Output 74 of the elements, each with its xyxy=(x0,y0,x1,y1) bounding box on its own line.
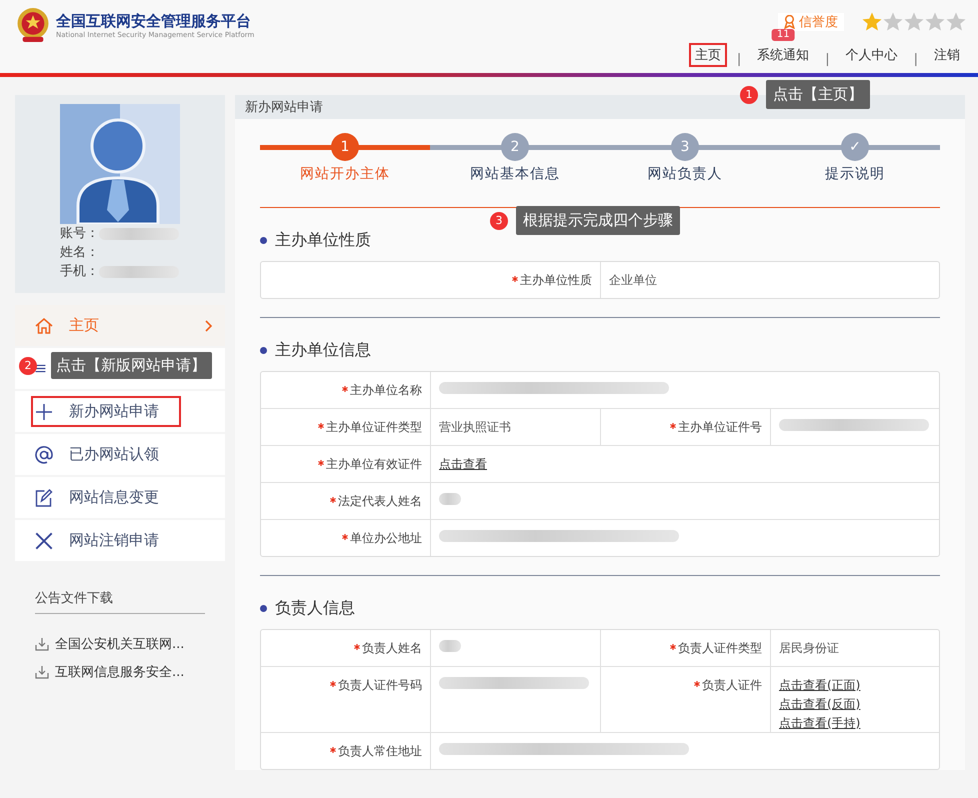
step-marker: ✓ xyxy=(841,133,869,161)
section-heading: 主办单位性质 xyxy=(275,230,371,251)
step-label: 提示说明 xyxy=(825,165,885,183)
step-marker: 3 xyxy=(671,133,699,161)
field-label: 负责人证件号码 xyxy=(338,677,422,694)
sidebar-item[interactable]: 网站信息变更 xyxy=(15,477,225,518)
field-value: 居民身份证 xyxy=(779,640,839,657)
field-label: 负责人常住地址 xyxy=(338,743,422,760)
edit-icon xyxy=(35,488,53,506)
nav-separator: | xyxy=(825,52,830,67)
close-icon xyxy=(35,532,53,550)
section-heading: 负责人信息 xyxy=(275,598,355,619)
download-icon xyxy=(35,665,49,679)
field-label: 负责人姓名 xyxy=(362,640,422,657)
section-heading: 主办单位信息 xyxy=(275,340,371,361)
chevron-icon xyxy=(205,320,213,332)
field-label: 负责人证件类型 xyxy=(678,640,762,657)
at-icon xyxy=(35,446,53,464)
step-label: 网站基本信息 xyxy=(470,165,560,183)
star-icon xyxy=(925,12,945,31)
emblem-icon xyxy=(16,7,50,43)
list-icon xyxy=(35,364,46,373)
step-marker: 2 xyxy=(501,133,529,161)
download-icon xyxy=(35,637,49,651)
field-label: 主办单位证件号 xyxy=(678,419,762,436)
view-link[interactable]: 点击查看(手持) xyxy=(779,715,860,732)
credit-label: 信誉度 xyxy=(799,14,838,30)
tooltip: 点击【主页】 xyxy=(766,80,870,109)
step-label: 网站开办主体 xyxy=(300,165,390,183)
star-icon xyxy=(862,12,882,31)
profile-label: 手机： xyxy=(60,263,99,281)
section-heading: 公告文件下载 xyxy=(35,589,205,614)
star-icon xyxy=(904,12,924,31)
platform-title: 全国互联网安全管理服务平台 xyxy=(56,12,252,30)
field-value: 营业执照证书 xyxy=(439,419,511,436)
sidebar-item[interactable]: 已办网站认领 xyxy=(15,434,225,475)
nav-link[interactable]: 主页 xyxy=(688,43,727,67)
step-label: 网站负责人 xyxy=(648,165,722,183)
field-label: 法定代表人姓名 xyxy=(338,493,422,510)
download-link[interactable]: 互联网信息服务安全... xyxy=(35,658,205,686)
field-value: 企业单位 xyxy=(609,272,657,289)
bullet-icon xyxy=(260,605,267,612)
notification-badge: 11 xyxy=(772,29,795,41)
profile-label: 账号： xyxy=(60,225,99,243)
tooltip: 根据提示完成四个步骤 xyxy=(516,206,680,235)
field-label: 主办单位证件类型 xyxy=(326,419,422,436)
nav-link[interactable]: 系统通知 xyxy=(751,43,816,67)
step-number: 1 xyxy=(740,86,758,104)
bullet-icon xyxy=(260,237,267,244)
profile-label: 姓名： xyxy=(60,244,99,262)
field-label: 主办单位有效证件 xyxy=(326,456,422,473)
nav-separator: | xyxy=(914,52,918,67)
star-icon xyxy=(946,12,966,31)
field-label: 负责人证件 xyxy=(702,677,762,694)
plus-icon xyxy=(35,402,53,420)
avatar-icon xyxy=(60,104,180,224)
nav-link[interactable]: 个人中心 xyxy=(840,43,904,67)
view-link[interactable]: 点击查看(正面) xyxy=(779,677,860,694)
field-label: 主办单位名称 xyxy=(350,382,422,399)
sidebar-item[interactable]: 新办网站申请 xyxy=(15,391,225,432)
nav-link[interactable]: 注销 xyxy=(928,43,966,67)
award-icon xyxy=(784,14,795,28)
field-label: 单位办公地址 xyxy=(350,530,422,547)
nav-separator: | xyxy=(736,52,742,67)
field-label: 主办单位性质 xyxy=(520,272,592,289)
home-icon xyxy=(35,316,53,334)
sidebar-item[interactable]: 网站注销申请 xyxy=(15,520,225,561)
step-marker: 1 xyxy=(331,133,359,161)
bullet-icon xyxy=(260,347,267,354)
view-link[interactable]: 点击查看(反面) xyxy=(779,696,860,713)
view-link[interactable]: 点击查看 xyxy=(439,456,487,473)
download-link[interactable]: 全国公安机关互联网... xyxy=(35,630,205,658)
tooltip: 点击【新版网站申请】 xyxy=(51,352,212,379)
star-icon xyxy=(883,12,903,31)
